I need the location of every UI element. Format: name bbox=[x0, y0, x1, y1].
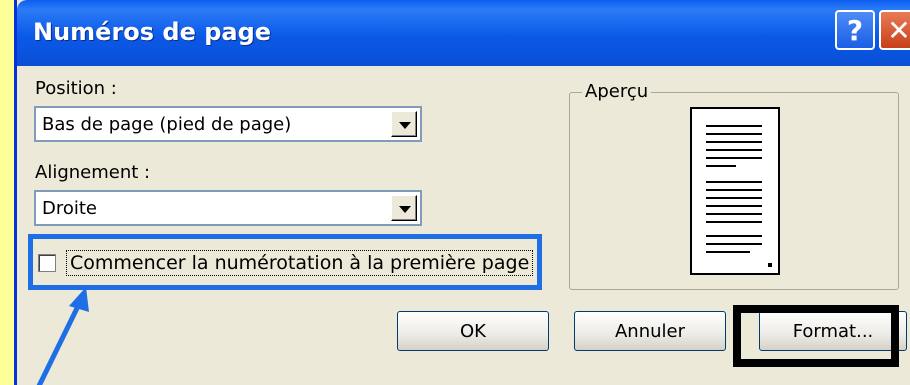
annotation-arrow bbox=[36, 287, 89, 385]
